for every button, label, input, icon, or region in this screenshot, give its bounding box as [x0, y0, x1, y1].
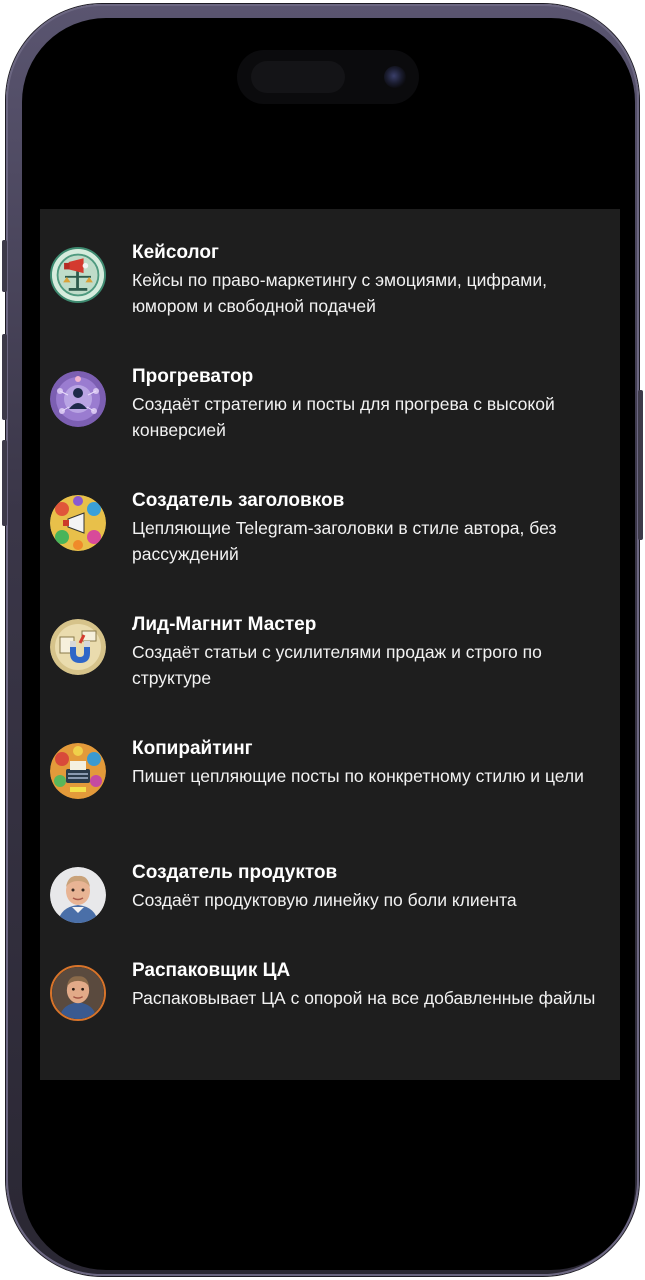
- item-description: Пишет цепляющие посты по конкретному сти…: [132, 766, 584, 786]
- dynamic-island: [237, 50, 419, 104]
- item-title: Прогреватор: [132, 366, 254, 387]
- item-title: Лид-Магнит Мастер: [132, 614, 317, 635]
- megaphone-scales-icon: [50, 247, 106, 303]
- list-item-product-creator[interactable]: Создатель продуктов Создаёт продуктовую …: [40, 851, 620, 961]
- item-description: Создаёт продуктовую линейку по боли клие…: [132, 890, 517, 910]
- item-title: Кейсолог: [132, 242, 219, 263]
- item-description: Создаёт стратегию и посты для прогрева с…: [132, 394, 555, 440]
- list-item-ta-unpacker[interactable]: Распаковщик ЦА Распаковывает ЦА с опорой…: [40, 949, 620, 1059]
- item-title: Создатель продуктов: [132, 862, 338, 883]
- item-description: Создаёт статьи с усилителями продаж и ст…: [132, 642, 542, 688]
- action-button: [2, 240, 7, 292]
- person-photo-icon: [50, 965, 106, 1021]
- typewriter-collage-icon: [50, 743, 106, 799]
- person-network-icon: [50, 371, 106, 427]
- list-item-copywriting[interactable]: Копирайтинг Пишет цепляющие посты по кон…: [40, 727, 620, 837]
- list-item-progrevator[interactable]: Прогреватор Создаёт стратегию и посты дл…: [40, 355, 620, 465]
- assistant-list: Кейсолог Кейсы по право-маркетингу с эмо…: [40, 209, 620, 1080]
- list-item-keysolog[interactable]: Кейсолог Кейсы по право-маркетингу с эмо…: [40, 231, 620, 341]
- item-description: Распаковывает ЦА с опорой на все добавле…: [132, 988, 596, 1008]
- item-description: Цепляющие Telegram-заголовки в стиле авт…: [132, 518, 557, 564]
- phone-frame: Кейсолог Кейсы по право-маркетингу с эмо…: [2, 4, 643, 1276]
- island-sensor: [251, 61, 345, 93]
- megaphone-collage-icon: [50, 495, 106, 551]
- volume-up-button: [2, 334, 7, 420]
- power-button: [638, 390, 643, 540]
- front-camera-icon: [384, 66, 406, 88]
- item-description: Кейсы по право-маркетингу с эмоциями, ци…: [132, 270, 547, 316]
- magnet-icon: [50, 619, 106, 675]
- volume-down-button: [2, 440, 7, 526]
- phone-screen: Кейсолог Кейсы по право-маркетингу с эмо…: [22, 18, 635, 1270]
- item-title: Копирайтинг: [132, 738, 253, 759]
- person-photo-icon: [50, 867, 106, 923]
- list-item-headline-creator[interactable]: Создатель заголовков Цепляющие Telegram-…: [40, 479, 620, 589]
- item-title: Распаковщик ЦА: [132, 960, 291, 981]
- list-item-lead-magnet-master[interactable]: Лид-Магнит Мастер Создаёт статьи с усили…: [40, 603, 620, 713]
- item-title: Создатель заголовков: [132, 490, 345, 511]
